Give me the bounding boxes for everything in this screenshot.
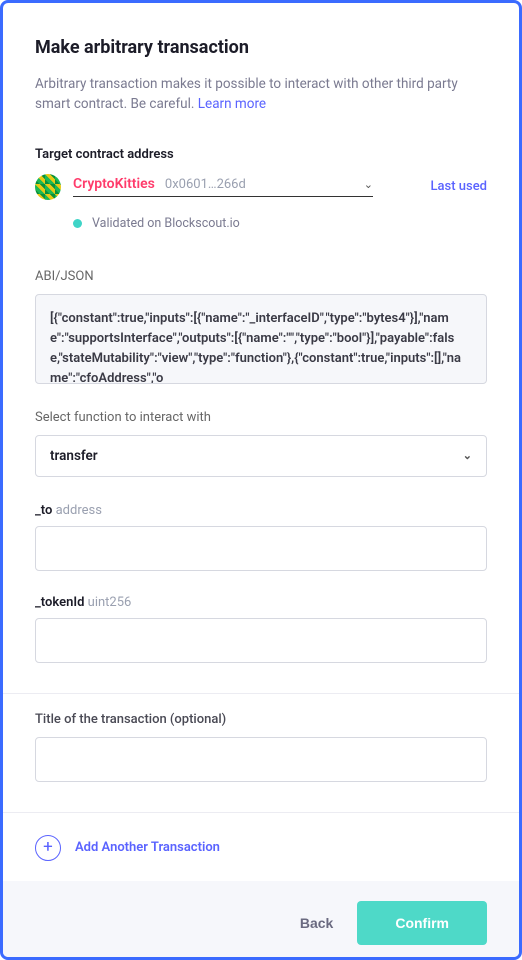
confirm-button[interactable]: Confirm (357, 901, 487, 945)
validated-dot-icon (73, 219, 82, 228)
param-name: _tokenId (35, 595, 84, 610)
contract-address-label: Target contract address (35, 147, 487, 162)
contract-address: 0x0601…266d (165, 177, 364, 192)
form-content: Make arbitrary transaction Arbitrary tra… (3, 3, 519, 881)
function-select[interactable]: transfer ⌄ (35, 435, 487, 477)
contract-left: CryptoKitties 0x0601…266d ⌄ (35, 174, 415, 200)
last-used-link[interactable]: Last used (431, 179, 488, 194)
chevron-down-icon: ⌄ (364, 178, 373, 191)
param-name: _to (35, 503, 52, 518)
back-button[interactable]: Back (300, 915, 333, 931)
param-type: uint256 (88, 595, 132, 610)
param-type: address (56, 503, 102, 518)
page-title: Make arbitrary transaction (35, 37, 487, 58)
param-tokenid-label: _tokenId uint256 (35, 595, 487, 610)
footer-bar: Back Confirm (3, 881, 519, 960)
add-another-label: Add Another Transaction (75, 840, 220, 855)
transaction-form-panel: Make arbitrary transaction Arbitrary tra… (0, 0, 522, 960)
divider (3, 693, 519, 694)
contract-row: CryptoKitties 0x0601…266d ⌄ Last used (35, 174, 487, 200)
contract-avatar-icon (35, 174, 61, 200)
function-select-label: Select function to interact with (35, 410, 487, 425)
plus-icon: + (35, 835, 61, 861)
param-to-label: _to address (35, 503, 487, 518)
divider (3, 812, 519, 813)
param-to-input[interactable] (35, 526, 487, 571)
contract-select[interactable]: CryptoKitties 0x0601…266d ⌄ (73, 176, 373, 197)
contract-name: CryptoKitties (73, 176, 155, 192)
title-section: Title of the transaction (optional) (35, 712, 487, 806)
validated-row: Validated on Blockscout.io (73, 216, 487, 231)
description-text: Arbitrary transaction makes it possible … (35, 74, 487, 115)
abi-textarea[interactable]: [{"constant":true,"inputs":[{"name":"_in… (35, 294, 487, 384)
param-tokenid-input[interactable] (35, 618, 487, 663)
add-another-row[interactable]: + Add Another Transaction (35, 831, 487, 881)
title-label: Title of the transaction (optional) (35, 712, 487, 727)
abi-label: ABI/JSON (35, 269, 487, 284)
learn-more-link[interactable]: Learn more (198, 96, 266, 112)
function-select-value: transfer (50, 448, 98, 464)
transaction-title-input[interactable] (35, 737, 487, 782)
validated-text: Validated on Blockscout.io (92, 216, 240, 231)
chevron-down-icon: ⌄ (463, 449, 472, 462)
